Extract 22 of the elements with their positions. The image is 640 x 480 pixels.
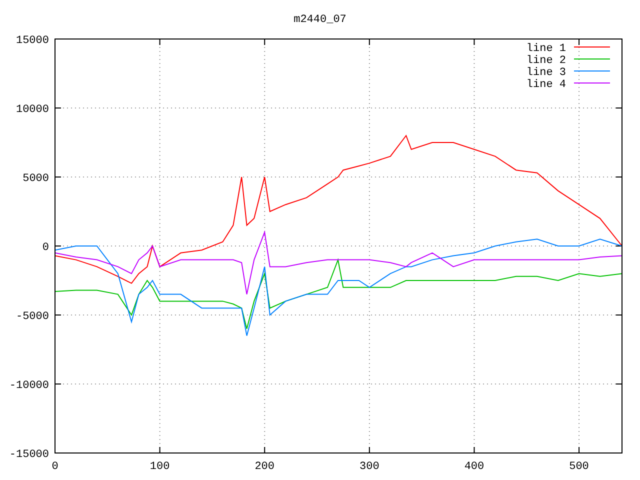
tick-label: 15000 — [16, 35, 49, 47]
legend-label: line 4 — [526, 79, 566, 91]
legend-label: line 1 — [526, 43, 566, 55]
tick-label: 0 — [42, 242, 49, 254]
tick-label: 300 — [360, 461, 380, 473]
tick-label: 100 — [150, 461, 170, 473]
tick-label: -5000 — [16, 311, 49, 323]
chart-title: m2440_07 — [294, 14, 346, 26]
legend-label: line 2 — [526, 55, 566, 67]
legend-label: line 3 — [526, 67, 566, 79]
tick-label: 200 — [254, 461, 275, 473]
tick-label: 400 — [464, 461, 484, 473]
tick-label: 500 — [569, 461, 589, 473]
tick-label: -15000 — [9, 449, 49, 461]
legend-line — [574, 58, 610, 60]
legend-line — [574, 46, 610, 48]
legend-line — [574, 82, 610, 84]
tick-label: 10000 — [16, 104, 49, 116]
legend-line — [574, 70, 610, 72]
tick-label: 5000 — [22, 173, 49, 185]
tick-label: 0 — [52, 461, 58, 473]
tick-label: -10000 — [9, 380, 49, 392]
